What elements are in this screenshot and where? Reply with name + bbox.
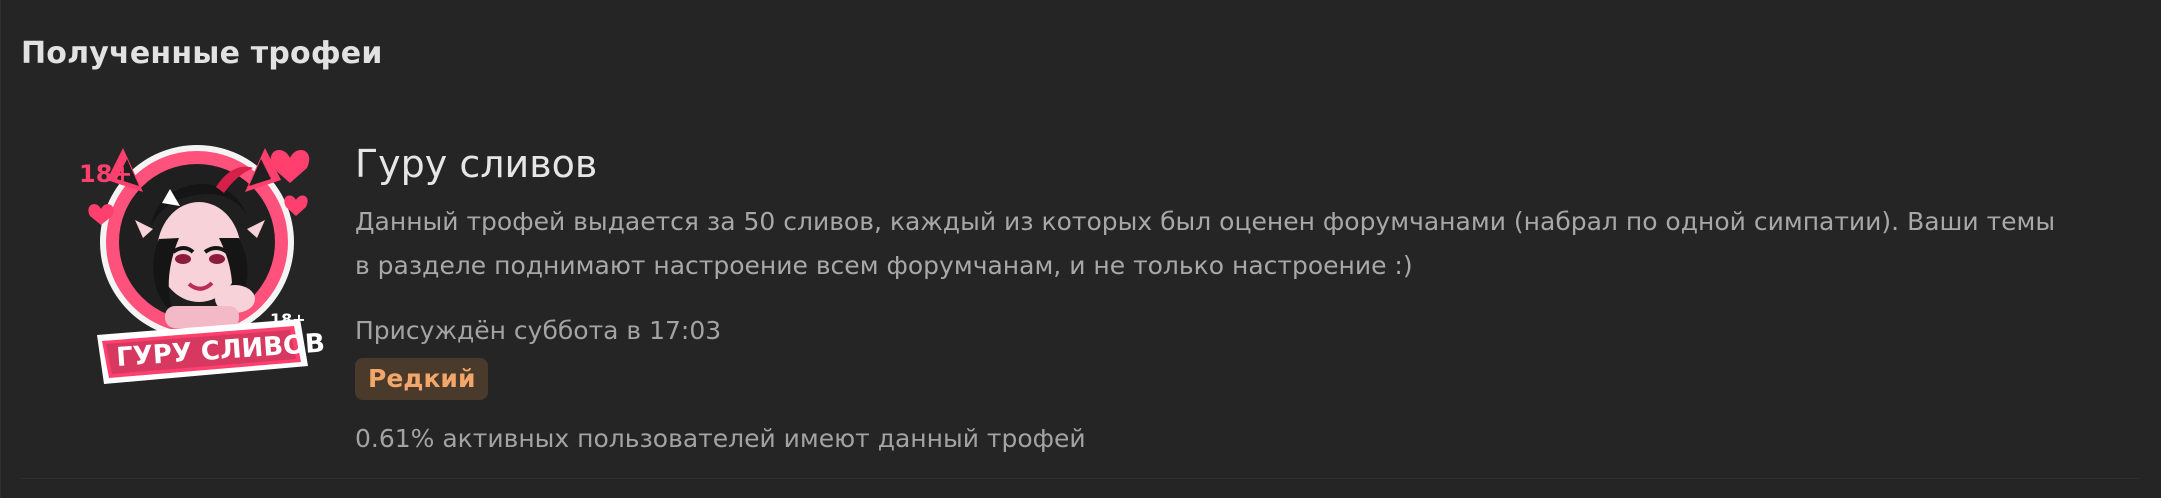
trophy-item: 18+ 18+ ГУРУ СЛИВОВ Гуру сливов Данный т…	[21, 118, 2141, 478]
trophy-badge: 18+ 18+ ГУРУ СЛИВОВ	[59, 134, 334, 399]
character-badge-icon: 18+ 18+ ГУРУ СЛИВОВ	[79, 145, 326, 384]
badge-age-top: 18+	[79, 160, 133, 188]
section-divider	[21, 478, 2139, 479]
rarity-badge: Редкий	[355, 358, 489, 400]
awarded-date: Присуждён суббота в 17:03	[355, 316, 722, 345]
trophy-title: Гуру сливов	[355, 142, 598, 186]
trophy-description: Данный трофей выдается за 50 сливов, каж…	[355, 207, 2056, 280]
trophies-panel: Полученные трофеи 18+ 18+ ГУРУ СЛИВОВ Гу…	[0, 0, 2161, 498]
ownership-share: 0.61% активных пользователей имеют данны…	[355, 424, 1086, 453]
section-title: Полученные трофеи	[21, 36, 383, 71]
